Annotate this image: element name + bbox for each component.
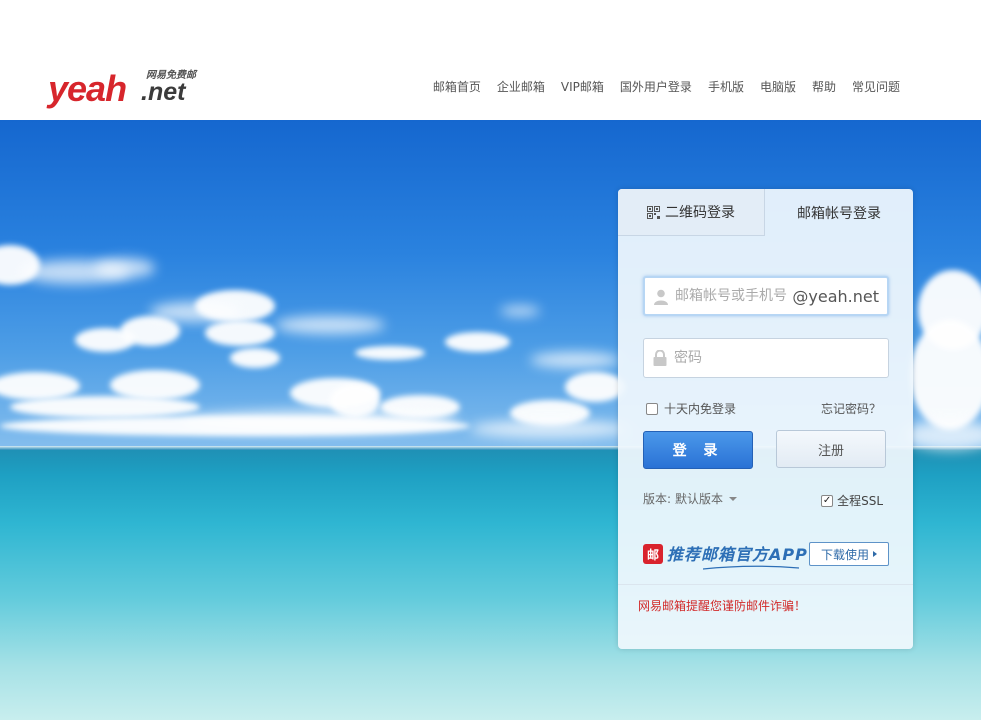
app-promo-text: 推荐邮箱官方APP	[667, 545, 808, 564]
caret-down-icon	[729, 496, 738, 501]
cloud	[205, 320, 275, 346]
version-value: 默认版本	[675, 492, 724, 506]
cloud	[275, 316, 385, 334]
version-prefix: 版本:	[643, 492, 672, 506]
cloud	[470, 420, 630, 438]
nav-link-overseas-login[interactable]: 国外用户登录	[620, 78, 692, 96]
divider	[618, 584, 913, 585]
cloud	[445, 332, 510, 352]
password-placeholder: 密码	[674, 350, 702, 366]
tab-account-label: 邮箱帐号登录	[797, 205, 881, 222]
logo-main-text: yeah	[48, 68, 127, 109]
remember-checkbox[interactable]	[646, 402, 658, 415]
nav-link-desktop[interactable]: 电脑版	[760, 78, 796, 96]
ssl-label: 全程SSL	[837, 494, 883, 508]
yeah-net-logo[interactable]: yeah .net 网易免费邮	[48, 68, 208, 110]
cloud	[95, 258, 155, 278]
remember-me: 十天内免登录	[646, 400, 736, 417]
cloud	[565, 372, 625, 402]
version-selector[interactable]: 版本: 默认版本	[643, 490, 738, 507]
cloud	[530, 352, 620, 368]
top-nav: 邮箱首页 企业邮箱 VIP邮箱 国外用户登录 手机版 电脑版 帮助 常见问题	[433, 78, 900, 96]
fraud-warning-link[interactable]: 网易邮箱提醒您谨防邮件诈骗！	[638, 597, 806, 614]
lock-icon	[653, 350, 667, 366]
login-panel: 二维码登录 邮箱帐号登录 邮箱帐号或手机号 @yeah.net 密码 十天内免登…	[618, 189, 913, 649]
nav-link-mail-home[interactable]: 邮箱首页	[433, 78, 481, 96]
login-tabs: 二维码登录 邮箱帐号登录	[618, 189, 913, 236]
user-icon	[654, 289, 668, 305]
cloud	[10, 396, 200, 418]
nav-link-mobile[interactable]: 手机版	[708, 78, 744, 96]
nav-link-faq[interactable]: 常见问题	[852, 78, 900, 96]
cloud	[910, 320, 981, 430]
forgot-password-link[interactable]: 忘记密码？	[821, 400, 881, 417]
cloud	[500, 306, 540, 316]
tab-qr-label: 二维码登录	[665, 205, 735, 221]
decorative-underline	[703, 565, 799, 570]
cloud	[150, 302, 240, 322]
nav-link-vip[interactable]: VIP邮箱	[561, 78, 604, 96]
download-app-button[interactable]: 下载使用	[809, 542, 889, 566]
cloud	[230, 348, 280, 368]
username-input[interactable]: 邮箱帐号或手机号 @yeah.net	[643, 276, 889, 316]
remember-label: 十天内免登录	[664, 402, 737, 416]
cloud	[355, 346, 425, 360]
username-placeholder: 邮箱帐号或手机号	[675, 288, 787, 304]
cloud	[0, 416, 470, 436]
login-button[interactable]: 登 录	[643, 431, 753, 469]
nav-link-help[interactable]: 帮助	[812, 78, 836, 96]
qr-code-icon	[647, 205, 660, 219]
mail-app-icon: 邮	[643, 544, 663, 564]
nav-link-enterprise[interactable]: 企业邮箱	[497, 78, 545, 96]
tab-account-login[interactable]: 邮箱帐号登录	[765, 189, 913, 236]
ssl-option: ✓ 全程SSL	[821, 492, 883, 509]
logo-suffix-text: .net	[141, 78, 186, 106]
register-button[interactable]: 注册	[776, 430, 886, 468]
tab-qr-login[interactable]: 二维码登录	[618, 189, 765, 236]
app-promo: 邮 推荐邮箱官方APP 下载使用	[643, 541, 889, 571]
password-input[interactable]: 密码	[643, 338, 889, 378]
download-label: 下载使用	[820, 547, 869, 562]
domain-suffix: @yeah.net	[792, 287, 879, 306]
ssl-checkbox[interactable]: ✓	[821, 494, 834, 507]
page-header: yeah .net 网易免费邮 邮箱首页 企业邮箱 VIP邮箱 国外用户登录 手…	[0, 0, 981, 120]
logo-tagline: 网易免费邮	[146, 70, 196, 81]
chevron-right-icon	[873, 551, 877, 557]
